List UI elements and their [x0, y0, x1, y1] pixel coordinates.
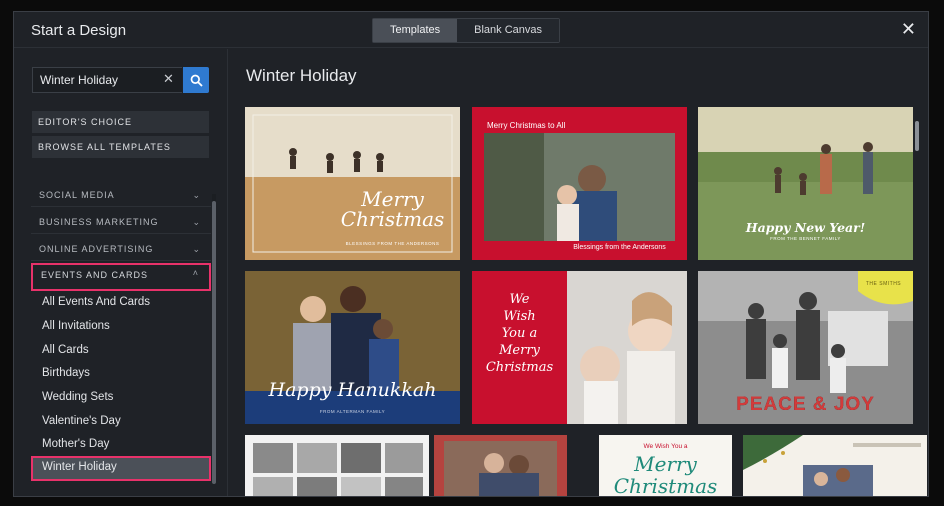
editors-choice-button[interactable]: EDITOR'S CHOICE — [32, 111, 209, 133]
template-gallery: Winter Holiday Merry Christmas BLESSINGS… — [229, 49, 928, 497]
template-card-family-photo[interactable] — [434, 435, 567, 496]
sidebar-item-winter-holiday[interactable]: Winter Holiday — [31, 456, 211, 481]
template-card-photo-grid[interactable] — [245, 435, 429, 496]
template-card-happy-hanukkah[interactable]: Happy Hanukkah FROM ALTERMAN FAMILY — [245, 271, 460, 424]
card-title-line: Wish — [503, 309, 536, 324]
card-title-line: You a — [501, 326, 538, 341]
card-title: Happy Hanukkah — [268, 379, 437, 401]
sidebar-item-all-cards[interactable]: All Cards — [31, 339, 211, 361]
sidebar-item-all-invitations[interactable]: All Invitations — [31, 315, 211, 337]
card-title-line: Christmas — [485, 360, 554, 375]
template-thumbnail — [434, 435, 567, 496]
card-title-line: We — [509, 292, 530, 307]
sidebar-item-valentines-day[interactable]: Valentine's Day — [31, 410, 211, 432]
chevron-down-icon: ⌄ — [192, 244, 201, 254]
card-caption: FROM ALTERMAN FAMILY — [319, 409, 386, 414]
card-title: Merry Christmas — [599, 452, 732, 497]
chevron-down-icon: ⌄ — [192, 190, 201, 200]
tab-blank-canvas[interactable]: Blank Canvas — [457, 19, 560, 42]
category-label: BUSINESS MARKETING — [39, 217, 159, 227]
search-icon — [190, 74, 203, 87]
sidebar-item-birthdays[interactable]: Birthdays — [31, 362, 211, 384]
card-title-line: Christmas — [613, 474, 718, 497]
template-card-merry-christmas-tree[interactable]: We Wish You a Merry Christmas — [472, 271, 687, 424]
chevron-down-icon: ⌄ — [192, 217, 201, 227]
card-title-line: Merry — [499, 343, 540, 358]
clear-icon[interactable]: ✕ — [163, 71, 174, 87]
modal-title: Start a Design — [31, 22, 127, 39]
category-label: ONLINE ADVERTISING — [39, 244, 154, 254]
category-online-advertising[interactable]: ONLINE ADVERTISING ⌄ — [31, 237, 211, 261]
card-title: We Wish You a Merry Christmas — [472, 291, 567, 376]
card-caption: BLESSINGS FROM THE ANDERSONS — [345, 241, 440, 246]
browse-all-templates-button[interactable]: BROWSE ALL TEMPLATES — [32, 136, 209, 158]
card-badge: THE SMITHS — [865, 281, 902, 287]
card-caption: Blessings from the Andersons — [573, 244, 666, 251]
sidebar-scrollbar-thumb[interactable] — [212, 201, 216, 484]
sidebar: Winter Holiday ✕ EDITOR'S CHOICE BROWSE … — [14, 49, 228, 496]
modal-header: Start a Design Templates Blank Canvas ✕ — [14, 12, 928, 48]
template-thumbnail — [245, 107, 460, 260]
template-thumbnail — [245, 435, 429, 496]
close-icon[interactable]: ✕ — [901, 20, 916, 38]
template-thumbnail — [245, 271, 460, 424]
category-business-marketing[interactable]: BUSINESS MARKETING ⌄ — [31, 210, 211, 234]
template-card-merry-christmas-to-all[interactable]: Merry Christmas to All Blessings from th… — [472, 107, 687, 260]
card-caption: We Wish You a — [643, 443, 688, 450]
category-label: EVENTS AND CARDS — [41, 270, 149, 280]
category-social-media[interactable]: SOCIAL MEDIA ⌄ — [31, 183, 211, 207]
template-thumbnail — [743, 435, 927, 496]
card-title: Merry Christmas — [340, 187, 445, 231]
template-card-peace-and-joy[interactable]: THE SMITHS PEACE & JOY — [698, 271, 913, 424]
category-label: SOCIAL MEDIA — [39, 190, 115, 200]
template-card-we-wish-you-merry-christmas[interactable]: We Wish You a Merry Christmas — [599, 435, 732, 497]
sidebar-item-all-events-and-cards[interactable]: All Events And Cards — [31, 291, 211, 313]
gallery-scrollbar-thumb[interactable] — [915, 121, 919, 151]
card-title: Happy New Year! — [745, 220, 866, 235]
start-design-modal: Start a Design Templates Blank Canvas ✕ … — [13, 11, 929, 497]
template-card-happy-new-year[interactable]: Happy New Year! FROM THE BENNET FAMILY — [698, 107, 913, 260]
card-title-line: Merry — [634, 452, 697, 476]
card-title: Merry Christmas to All — [487, 121, 566, 130]
search-button[interactable] — [183, 67, 209, 93]
search-input[interactable]: Winter Holiday — [32, 67, 182, 93]
template-card-merry-christmas-beach[interactable]: Merry Christmas BLESSINGS FROM THE ANDER… — [245, 107, 460, 260]
sidebar-item-mothers-day[interactable]: Mother's Day — [31, 433, 211, 455]
page-title: Winter Holiday — [246, 66, 357, 85]
card-title: PEACE & JOY — [736, 394, 875, 415]
category-events-and-cards[interactable]: EVENTS AND CARDS ˄ — [31, 263, 211, 291]
template-card-holiday-family[interactable] — [743, 435, 927, 496]
chevron-up-icon: ˄ — [192, 268, 199, 278]
design-tabs: Templates Blank Canvas — [372, 18, 561, 43]
tab-templates[interactable]: Templates — [373, 19, 458, 42]
card-caption: FROM THE BENNET FAMILY — [770, 236, 841, 241]
sidebar-item-wedding-sets[interactable]: Wedding Sets — [31, 386, 211, 408]
